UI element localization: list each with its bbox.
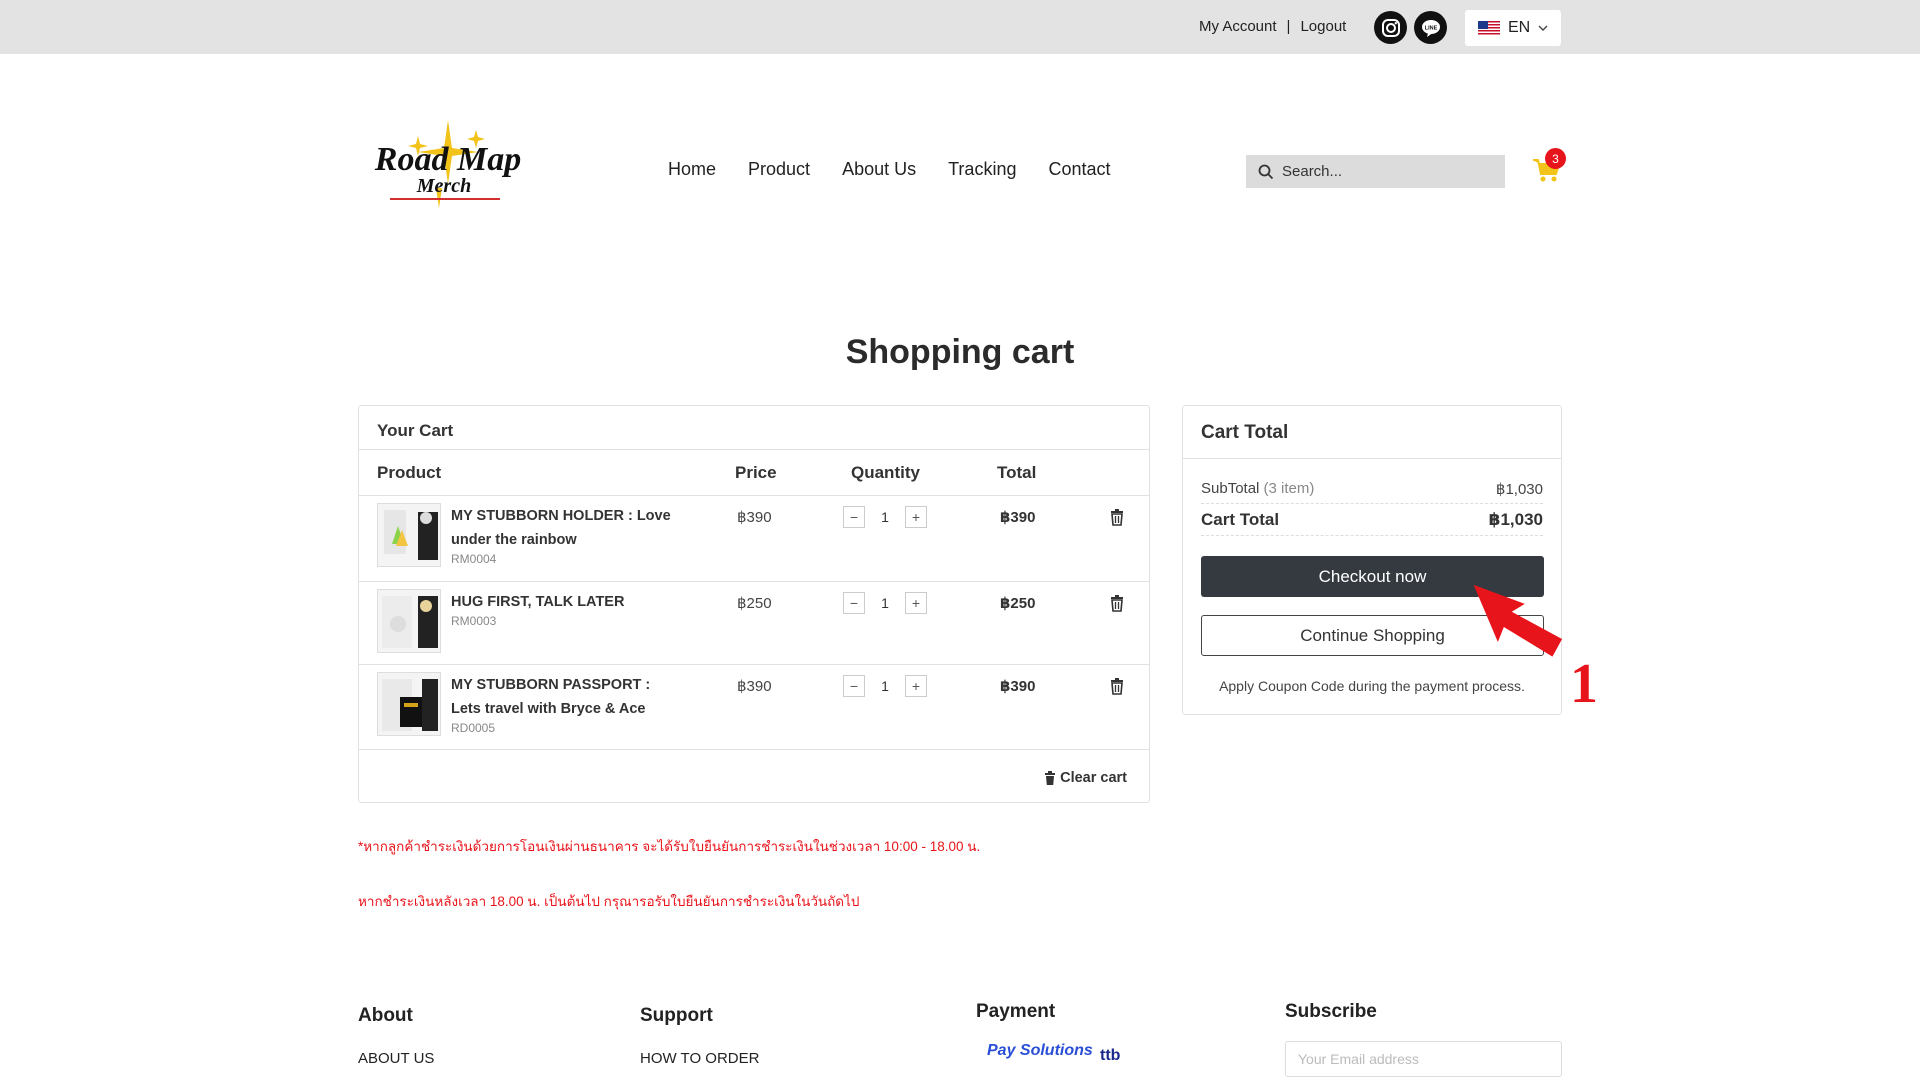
total-value: ฿1,030 <box>1488 510 1543 529</box>
product-sku: RM0004 <box>451 552 497 566</box>
col-quantity: Quantity <box>851 463 920 482</box>
separator: | <box>1286 18 1291 35</box>
account-links: My Account | Logout <box>1199 18 1346 35</box>
search-input[interactable] <box>1282 163 1482 180</box>
transfer-note-1: *หากลูกค้าชำระเงินด้วยการโอนเงินผ่านธนาค… <box>358 839 981 854</box>
product-name[interactable]: MY STUBBORN PASSPORT : Lets travel with … <box>451 673 681 721</box>
cart-heading: Your Cart <box>359 406 1149 450</box>
product-price: ฿250 <box>737 595 772 612</box>
top-bar: My Account | Logout LINE EN <box>0 0 1920 54</box>
clear-cart-label: Clear cart <box>1060 770 1127 786</box>
ttb-logo: ttb <box>1100 1047 1121 1064</box>
us-flag-icon <box>1478 20 1500 36</box>
quantity-value[interactable]: 1 <box>865 509 905 525</box>
nav-tracking[interactable]: Tracking <box>948 159 1016 180</box>
total-label: Cart Total <box>1201 510 1280 529</box>
product-thumbnail[interactable] <box>377 589 441 653</box>
line-icon[interactable]: LINE <box>1414 11 1447 44</box>
trash-icon[interactable] <box>1109 508 1125 526</box>
nav-product[interactable]: Product <box>748 159 810 180</box>
nav-contact[interactable]: Contact <box>1048 159 1110 180</box>
nav-about-us[interactable]: About Us <box>842 159 916 180</box>
subtotal-line: SubTotal (3 item) ฿1,030 <box>1201 480 1543 504</box>
logo-text: Road Map <box>374 141 521 178</box>
footer-about-link[interactable]: ABOUT US <box>358 1050 434 1067</box>
subtotal-count: (3 item) <box>1263 480 1315 497</box>
product-total: ฿390 <box>1000 678 1036 695</box>
col-product: Product <box>377 463 442 482</box>
subscribe-email-input[interactable] <box>1285 1041 1562 1077</box>
quantity-stepper: − 1 + <box>843 506 927 528</box>
product-total: ฿250 <box>1000 595 1036 612</box>
trash-icon <box>1045 771 1056 785</box>
cart-total-panel: Cart Total SubTotal (3 item) ฿1,030 Cart… <box>1182 405 1562 715</box>
product-sku: RD0005 <box>451 721 496 735</box>
instagram-icon[interactable] <box>1374 11 1407 44</box>
increase-quantity-button[interactable]: + <box>905 592 927 614</box>
product-sku: RM0003 <box>451 614 497 628</box>
svg-text:LINE: LINE <box>1424 25 1437 31</box>
footer-support-heading: Support <box>640 1005 713 1026</box>
increase-quantity-button[interactable]: + <box>905 506 927 528</box>
cart-panel: Your Cart Product Price Quantity Total M… <box>358 405 1150 803</box>
cart-total-heading: Cart Total <box>1183 406 1561 459</box>
col-price: Price <box>735 463 777 482</box>
clear-cart-button[interactable]: Clear cart <box>1044 770 1127 786</box>
cart-count-badge: 3 <box>1545 148 1566 169</box>
footer-payment-heading: Payment <box>976 1001 1056 1022</box>
my-account-link[interactable]: My Account <box>1199 18 1277 35</box>
footer-subscribe-heading: Subscribe <box>1285 1001 1377 1022</box>
product-name[interactable]: HUG FIRST, TALK LATER <box>451 590 681 614</box>
coupon-note: Apply Coupon Code during the payment pro… <box>1219 678 1525 694</box>
total-line: Cart Total ฿1,030 <box>1201 510 1543 536</box>
language-label: EN <box>1508 19 1531 36</box>
language-selector[interactable]: EN <box>1465 10 1561 46</box>
transfer-note-2: หากชำระเงินหลังเวลา 18.00 น. เป็นต้นไป ก… <box>358 894 860 909</box>
chevron-down-icon <box>1538 25 1548 31</box>
product-total: ฿390 <box>1000 509 1036 526</box>
logout-link[interactable]: Logout <box>1300 18 1346 35</box>
annotation-arrow-icon <box>1473 584 1563 657</box>
footer-how-to-order-link[interactable]: HOW TO ORDER <box>640 1050 759 1067</box>
trash-icon[interactable] <box>1109 594 1125 612</box>
pay-solutions-logo: Pay Solutions <box>987 1042 1093 1059</box>
quantity-stepper: − 1 + <box>843 675 927 697</box>
search-bar <box>1246 155 1505 188</box>
decrease-quantity-button[interactable]: − <box>843 592 865 614</box>
nav-home[interactable]: Home <box>668 159 716 180</box>
decrease-quantity-button[interactable]: − <box>843 506 865 528</box>
page-title: Shopping cart <box>845 333 1075 371</box>
annotation-step-number: 1 <box>1570 653 1598 715</box>
quantity-value[interactable]: 1 <box>865 595 905 611</box>
road-map-merch-logo[interactable]: Road Map Merch <box>360 118 536 228</box>
cart-row: MY STUBBORN HOLDER : Love under the rain… <box>359 496 1149 582</box>
cart-row: MY STUBBORN PASSPORT : Lets travel with … <box>359 665 1149 750</box>
product-name[interactable]: MY STUBBORN HOLDER : Love under the rain… <box>451 504 681 552</box>
col-total: Total <box>997 463 1037 482</box>
subtotal-label: SubTotal <box>1201 480 1260 497</box>
cart-row: HUG FIRST, TALK LATER RM0003 ฿250 − 1 + … <box>359 582 1149 665</box>
logo-subtext: Merch <box>416 175 471 197</box>
product-thumbnail[interactable] <box>377 503 441 567</box>
quantity-value[interactable]: 1 <box>865 678 905 694</box>
search-icon <box>1258 164 1274 179</box>
product-thumbnail[interactable] <box>377 672 441 736</box>
main-nav: Home Product About Us Tracking Contact <box>668 159 1143 180</box>
decrease-quantity-button[interactable]: − <box>843 675 865 697</box>
increase-quantity-button[interactable]: + <box>905 675 927 697</box>
quantity-stepper: − 1 + <box>843 592 927 614</box>
trash-icon[interactable] <box>1109 677 1125 695</box>
product-price: ฿390 <box>737 678 772 695</box>
product-price: ฿390 <box>737 509 772 526</box>
subtotal-value: ฿1,030 <box>1495 481 1543 498</box>
footer-about-heading: About <box>358 1005 413 1026</box>
